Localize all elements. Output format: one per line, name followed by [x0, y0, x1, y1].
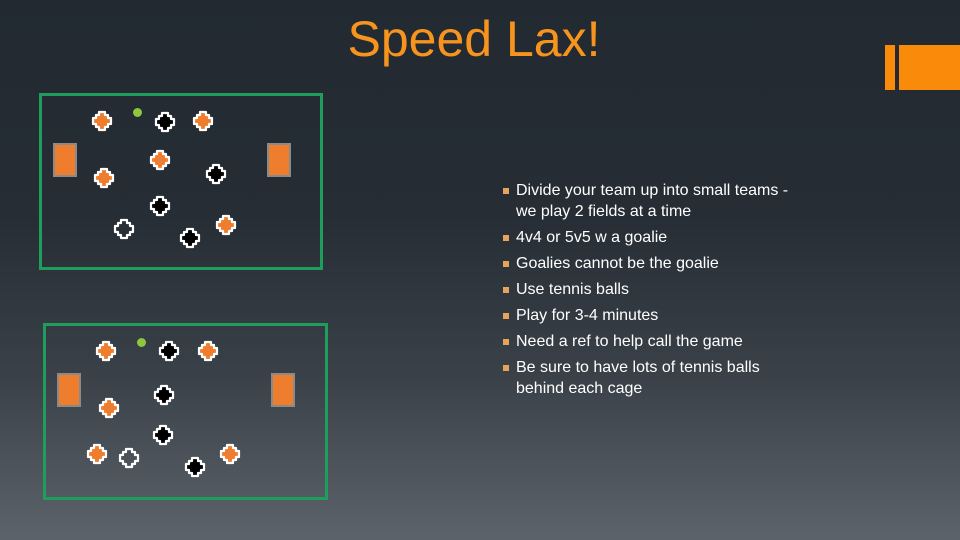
bullet-marker-icon: [503, 339, 509, 345]
bullet-text: 4v4 or 5v5 w a goalie: [516, 229, 668, 246]
player-black-icon: [184, 456, 206, 478]
player-black-icon: [205, 163, 227, 185]
bullet-marker-icon: [503, 313, 509, 319]
bullet-marker-icon: [503, 188, 509, 194]
bullet-list: Divide your team up into small teams - w…: [503, 180, 803, 404]
player-orange-icon: [95, 340, 117, 362]
accent-bar-thick: [899, 45, 960, 90]
player-black-icon: [153, 384, 175, 406]
player-outline-icon: [118, 447, 140, 469]
goal-right: [267, 143, 291, 177]
player-black-icon: [158, 340, 180, 362]
bullet-item: Use tennis balls: [503, 279, 803, 300]
slide-title-text: Speed Lax!: [347, 11, 601, 67]
player-orange-icon: [192, 110, 214, 132]
goal-right: [271, 373, 295, 407]
bullet-text: Need a ref to help call the game: [516, 333, 743, 350]
player-black-icon: [152, 424, 174, 446]
bullet-item: Goalies cannot be the goalie: [503, 253, 803, 274]
bullet-item: Play for 3-4 minutes: [503, 305, 803, 326]
goal-left: [53, 143, 77, 177]
player-black-icon: [149, 195, 171, 217]
player-orange-icon: [219, 443, 241, 465]
bullet-text: Goalies cannot be the goalie: [516, 255, 719, 272]
bullet-item: Need a ref to help call the game: [503, 331, 803, 352]
slide-title: Speed Lax!: [0, 8, 960, 70]
player-orange-icon: [149, 149, 171, 171]
player-orange-icon: [93, 167, 115, 189]
bullet-item: 4v4 or 5v5 w a goalie: [503, 227, 803, 248]
player-orange-icon: [91, 110, 113, 132]
bullet-marker-icon: [503, 287, 509, 293]
player-orange-icon: [98, 397, 120, 419]
ball-icon: [133, 108, 142, 117]
player-black-icon: [154, 111, 176, 133]
player-orange-icon: [86, 443, 108, 465]
bullet-marker-icon: [503, 261, 509, 267]
bullet-text: Use tennis balls: [516, 281, 629, 298]
bullet-marker-icon: [503, 365, 509, 371]
accent-bar-thin: [885, 45, 895, 90]
bullet-item: Divide your team up into small teams - w…: [503, 180, 803, 222]
bullet-item: Be sure to have lots of tennis balls beh…: [503, 357, 803, 399]
player-orange-icon: [215, 214, 237, 236]
player-outline-icon: [113, 218, 135, 240]
goal-left: [57, 373, 81, 407]
bullet-text: Play for 3-4 minutes: [516, 307, 659, 324]
bullet-text: Divide your team up into small teams - w…: [516, 182, 789, 220]
player-black-icon: [179, 227, 201, 249]
player-orange-icon: [197, 340, 219, 362]
bullet-text: Be sure to have lots of tennis balls beh…: [516, 359, 760, 397]
ball-icon: [137, 338, 146, 347]
bullet-marker-icon: [503, 235, 509, 241]
